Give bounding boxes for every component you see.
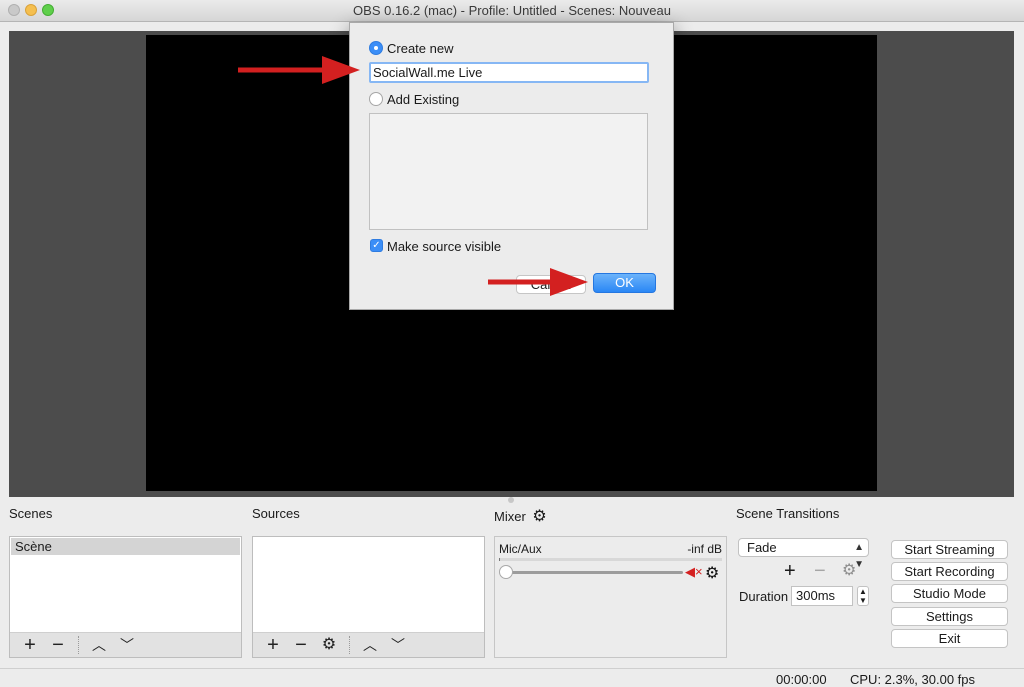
mixer-title: Mixer ⚙: [494, 506, 547, 526]
scene-item[interactable]: Scène: [11, 538, 240, 555]
move-scene-down-icon[interactable]: ﹀: [113, 634, 141, 656]
create-new-label: Create new: [387, 41, 454, 56]
title-bar: OBS 0.16.2 (mac) - Profile: Untitled - S…: [0, 0, 1024, 22]
mute-icon[interactable]: ◀×: [685, 564, 703, 580]
status-bar: 00:00:00 CPU: 2.3%, 30.00 fps: [0, 668, 1024, 687]
transition-gear-icon[interactable]: ⚙: [842, 560, 856, 582]
volume-meter: [499, 558, 722, 561]
annotation-arrow-to-ok-icon: [488, 268, 588, 296]
move-scene-up-icon[interactable]: ︿: [85, 634, 113, 656]
start-streaming-button[interactable]: Start Streaming: [891, 540, 1008, 559]
status-time: 00:00:00: [776, 672, 827, 687]
toolbar-separator: [349, 636, 350, 654]
add-existing-label: Add Existing: [387, 92, 460, 107]
existing-sources-list[interactable]: [369, 113, 648, 230]
scenes-panel: Scène + − ︿ ﹀: [9, 536, 242, 658]
scenes-title: Scenes: [9, 506, 53, 521]
status-cpu: CPU: 2.3%, 30.00 fps: [850, 672, 976, 687]
splitter-handle[interactable]: [508, 497, 514, 503]
make-visible-label: Make source visible: [387, 239, 502, 254]
mixer-panel: Mic/Aux -inf dB ◀× ⚙: [494, 536, 727, 658]
mixer-channel-gear-icon[interactable]: ⚙: [705, 563, 719, 583]
move-source-down-icon[interactable]: ﹀: [384, 634, 412, 656]
window-title: OBS 0.16.2 (mac) - Profile: Untitled - S…: [353, 3, 671, 18]
remove-scene-icon[interactable]: −: [44, 634, 72, 656]
sources-toolbar: + − ⚙ ︿ ﹀: [253, 632, 484, 657]
mixer-level: -inf dB: [687, 542, 722, 556]
volume-slider-track[interactable]: [505, 571, 683, 574]
remove-transition-icon[interactable]: −: [814, 560, 826, 582]
mixer-gear-icon[interactable]: ⚙: [532, 508, 546, 525]
mixer-channel-name: Mic/Aux: [499, 542, 542, 556]
toolbar-separator: [78, 636, 79, 654]
transition-selected-value: Fade: [747, 540, 777, 555]
add-source-icon[interactable]: +: [259, 634, 287, 656]
move-source-up-icon[interactable]: ︿: [356, 634, 384, 656]
studio-mode-button[interactable]: Studio Mode: [891, 584, 1008, 603]
add-transition-icon[interactable]: +: [784, 560, 796, 582]
sources-panel: + − ⚙ ︿ ﹀: [252, 536, 485, 658]
remove-source-icon[interactable]: −: [287, 634, 315, 656]
settings-button[interactable]: Settings: [891, 607, 1008, 626]
volume-slider-knob[interactable]: [499, 565, 513, 579]
start-recording-button[interactable]: Start Recording: [891, 562, 1008, 581]
source-properties-gear-icon[interactable]: ⚙: [315, 634, 343, 656]
add-existing-radio[interactable]: [369, 92, 383, 106]
annotation-arrow-to-input-icon: [238, 56, 360, 84]
add-scene-icon[interactable]: +: [16, 634, 44, 656]
duration-label: Duration: [739, 589, 789, 604]
source-name-input[interactable]: SocialWall.me Live: [369, 62, 649, 83]
transition-select[interactable]: Fade ▲ ▼: [738, 538, 869, 570]
duration-input[interactable]: 300ms: [791, 586, 853, 606]
exit-button[interactable]: Exit: [891, 629, 1008, 648]
mixer-title-label: Mixer: [494, 509, 526, 524]
scene-transitions-title: Scene Transitions: [736, 506, 840, 521]
ok-button[interactable]: OK: [593, 273, 656, 293]
duration-stepper-icon[interactable]: ▲ ▼: [857, 586, 869, 606]
create-new-radio[interactable]: [369, 41, 383, 55]
scenes-toolbar: + − ︿ ﹀: [10, 632, 241, 657]
sources-title: Sources: [252, 506, 300, 521]
make-visible-checkbox[interactable]: ✓: [370, 239, 383, 252]
